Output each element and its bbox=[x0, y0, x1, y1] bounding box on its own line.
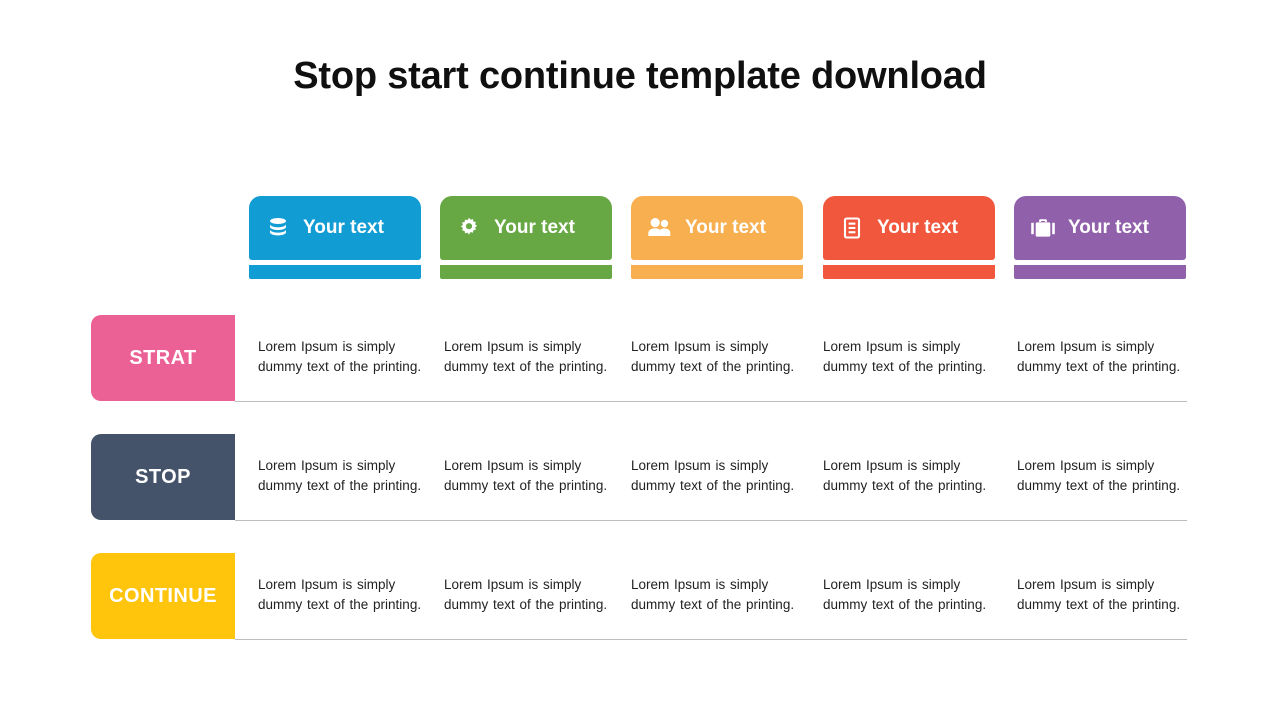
header-card-2-accent-bar bbox=[440, 265, 612, 279]
cell-continue-2: Lorem Ipsum is simply dummy text of the … bbox=[444, 577, 608, 612]
row-cells-start: Lorem Ipsum is simply dummy text of the … bbox=[235, 315, 1187, 402]
row-label-start[interactable]: STRAT bbox=[91, 315, 235, 401]
cell-continue-5: Lorem Ipsum is simply dummy text of the … bbox=[1017, 577, 1181, 612]
header-card-1-accent-bar bbox=[249, 265, 421, 279]
cell-continue-3: Lorem Ipsum is simply dummy text of the … bbox=[631, 577, 795, 612]
header-card-row: Your text Your text Your text Your text … bbox=[249, 196, 1189, 282]
header-card-5-accent-bar bbox=[1014, 265, 1186, 279]
header-card-3-accent-bar bbox=[631, 265, 803, 279]
table-row: CONTINUE Lorem Ipsum is simply dummy tex… bbox=[91, 553, 1187, 640]
cell-stop-1: Lorem Ipsum is simply dummy text of the … bbox=[258, 458, 422, 493]
header-card-5[interactable]: Your text bbox=[1014, 196, 1186, 279]
header-card-5-body[interactable]: Your text bbox=[1014, 196, 1186, 260]
document-icon bbox=[839, 215, 865, 241]
row-label-continue[interactable]: CONTINUE bbox=[91, 553, 235, 639]
row-cells-continue: Lorem Ipsum is simply dummy text of the … bbox=[235, 553, 1187, 640]
header-card-1-label: Your text bbox=[303, 217, 384, 238]
header-card-2-body[interactable]: Your text bbox=[440, 196, 612, 260]
header-card-4[interactable]: Your text bbox=[823, 196, 995, 279]
header-card-2-label: Your text bbox=[494, 217, 575, 238]
page-title: Stop start continue template download bbox=[293, 55, 987, 97]
header-card-5-label: Your text bbox=[1068, 217, 1149, 238]
header-card-2[interactable]: Your text bbox=[440, 196, 612, 279]
table-row: STOP Lorem Ipsum is simply dummy text of… bbox=[91, 434, 1187, 521]
gear-icon bbox=[456, 215, 482, 241]
cell-stop-2: Lorem Ipsum is simply dummy text of the … bbox=[444, 458, 608, 493]
cell-stop-4: Lorem Ipsum is simply dummy text of the … bbox=[823, 458, 987, 493]
header-card-4-accent-bar bbox=[823, 265, 995, 279]
cell-continue-1: Lorem Ipsum is simply dummy text of the … bbox=[258, 577, 422, 612]
header-card-3-label: Your text bbox=[685, 217, 766, 238]
header-card-4-label: Your text bbox=[877, 217, 958, 238]
header-card-1-body[interactable]: Your text bbox=[249, 196, 421, 260]
users-icon bbox=[647, 215, 673, 241]
header-card-3[interactable]: Your text bbox=[631, 196, 803, 279]
cell-stop-5: Lorem Ipsum is simply dummy text of the … bbox=[1017, 458, 1181, 493]
cell-start-5: Lorem Ipsum is simply dummy text of the … bbox=[1017, 339, 1181, 374]
database-icon bbox=[265, 215, 291, 241]
cell-start-2: Lorem Ipsum is simply dummy text of the … bbox=[444, 339, 608, 374]
header-card-4-body[interactable]: Your text bbox=[823, 196, 995, 260]
cell-start-1: Lorem Ipsum is simply dummy text of the … bbox=[258, 339, 422, 374]
table-row: STRAT Lorem Ipsum is simply dummy text o… bbox=[91, 315, 1187, 402]
cell-start-4: Lorem Ipsum is simply dummy text of the … bbox=[823, 339, 987, 374]
row-label-stop[interactable]: STOP bbox=[91, 434, 235, 520]
header-card-3-body[interactable]: Your text bbox=[631, 196, 803, 260]
header-card-1[interactable]: Your text bbox=[249, 196, 421, 279]
cell-start-3: Lorem Ipsum is simply dummy text of the … bbox=[631, 339, 795, 374]
briefcase-icon bbox=[1030, 215, 1056, 241]
row-cells-stop: Lorem Ipsum is simply dummy text of the … bbox=[235, 434, 1187, 521]
cell-stop-3: Lorem Ipsum is simply dummy text of the … bbox=[631, 458, 795, 493]
cell-continue-4: Lorem Ipsum is simply dummy text of the … bbox=[823, 577, 987, 612]
